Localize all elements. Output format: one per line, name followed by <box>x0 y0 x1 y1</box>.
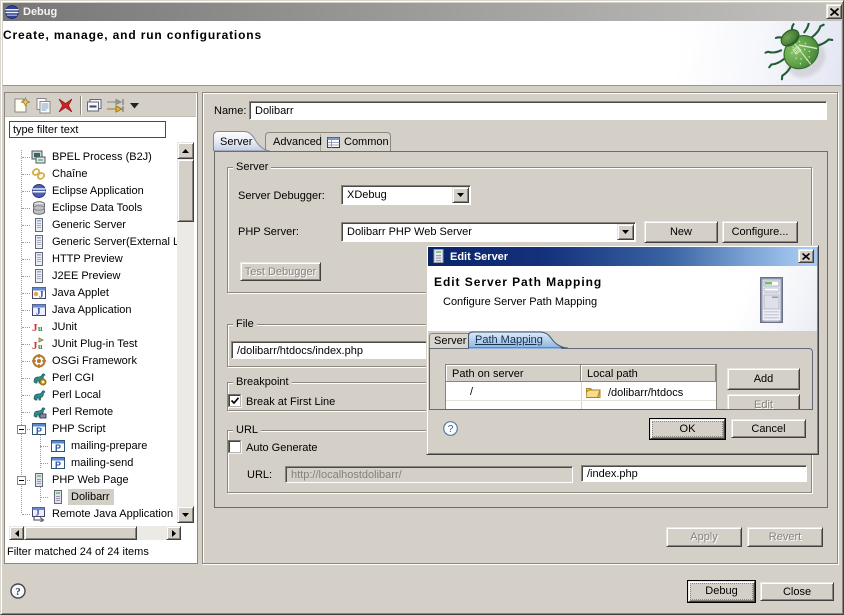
svg-text:J: J <box>36 509 40 518</box>
svg-text:u: u <box>38 324 43 333</box>
svg-text:J: J <box>39 290 44 300</box>
svg-text:?: ? <box>448 424 454 435</box>
svg-text:u: u <box>38 342 43 351</box>
svg-text:P: P <box>36 426 42 436</box>
svg-text:?: ? <box>15 586 21 598</box>
svg-text:P: P <box>55 460 61 470</box>
svg-text:P: P <box>55 443 61 453</box>
svg-text:J: J <box>36 307 41 317</box>
